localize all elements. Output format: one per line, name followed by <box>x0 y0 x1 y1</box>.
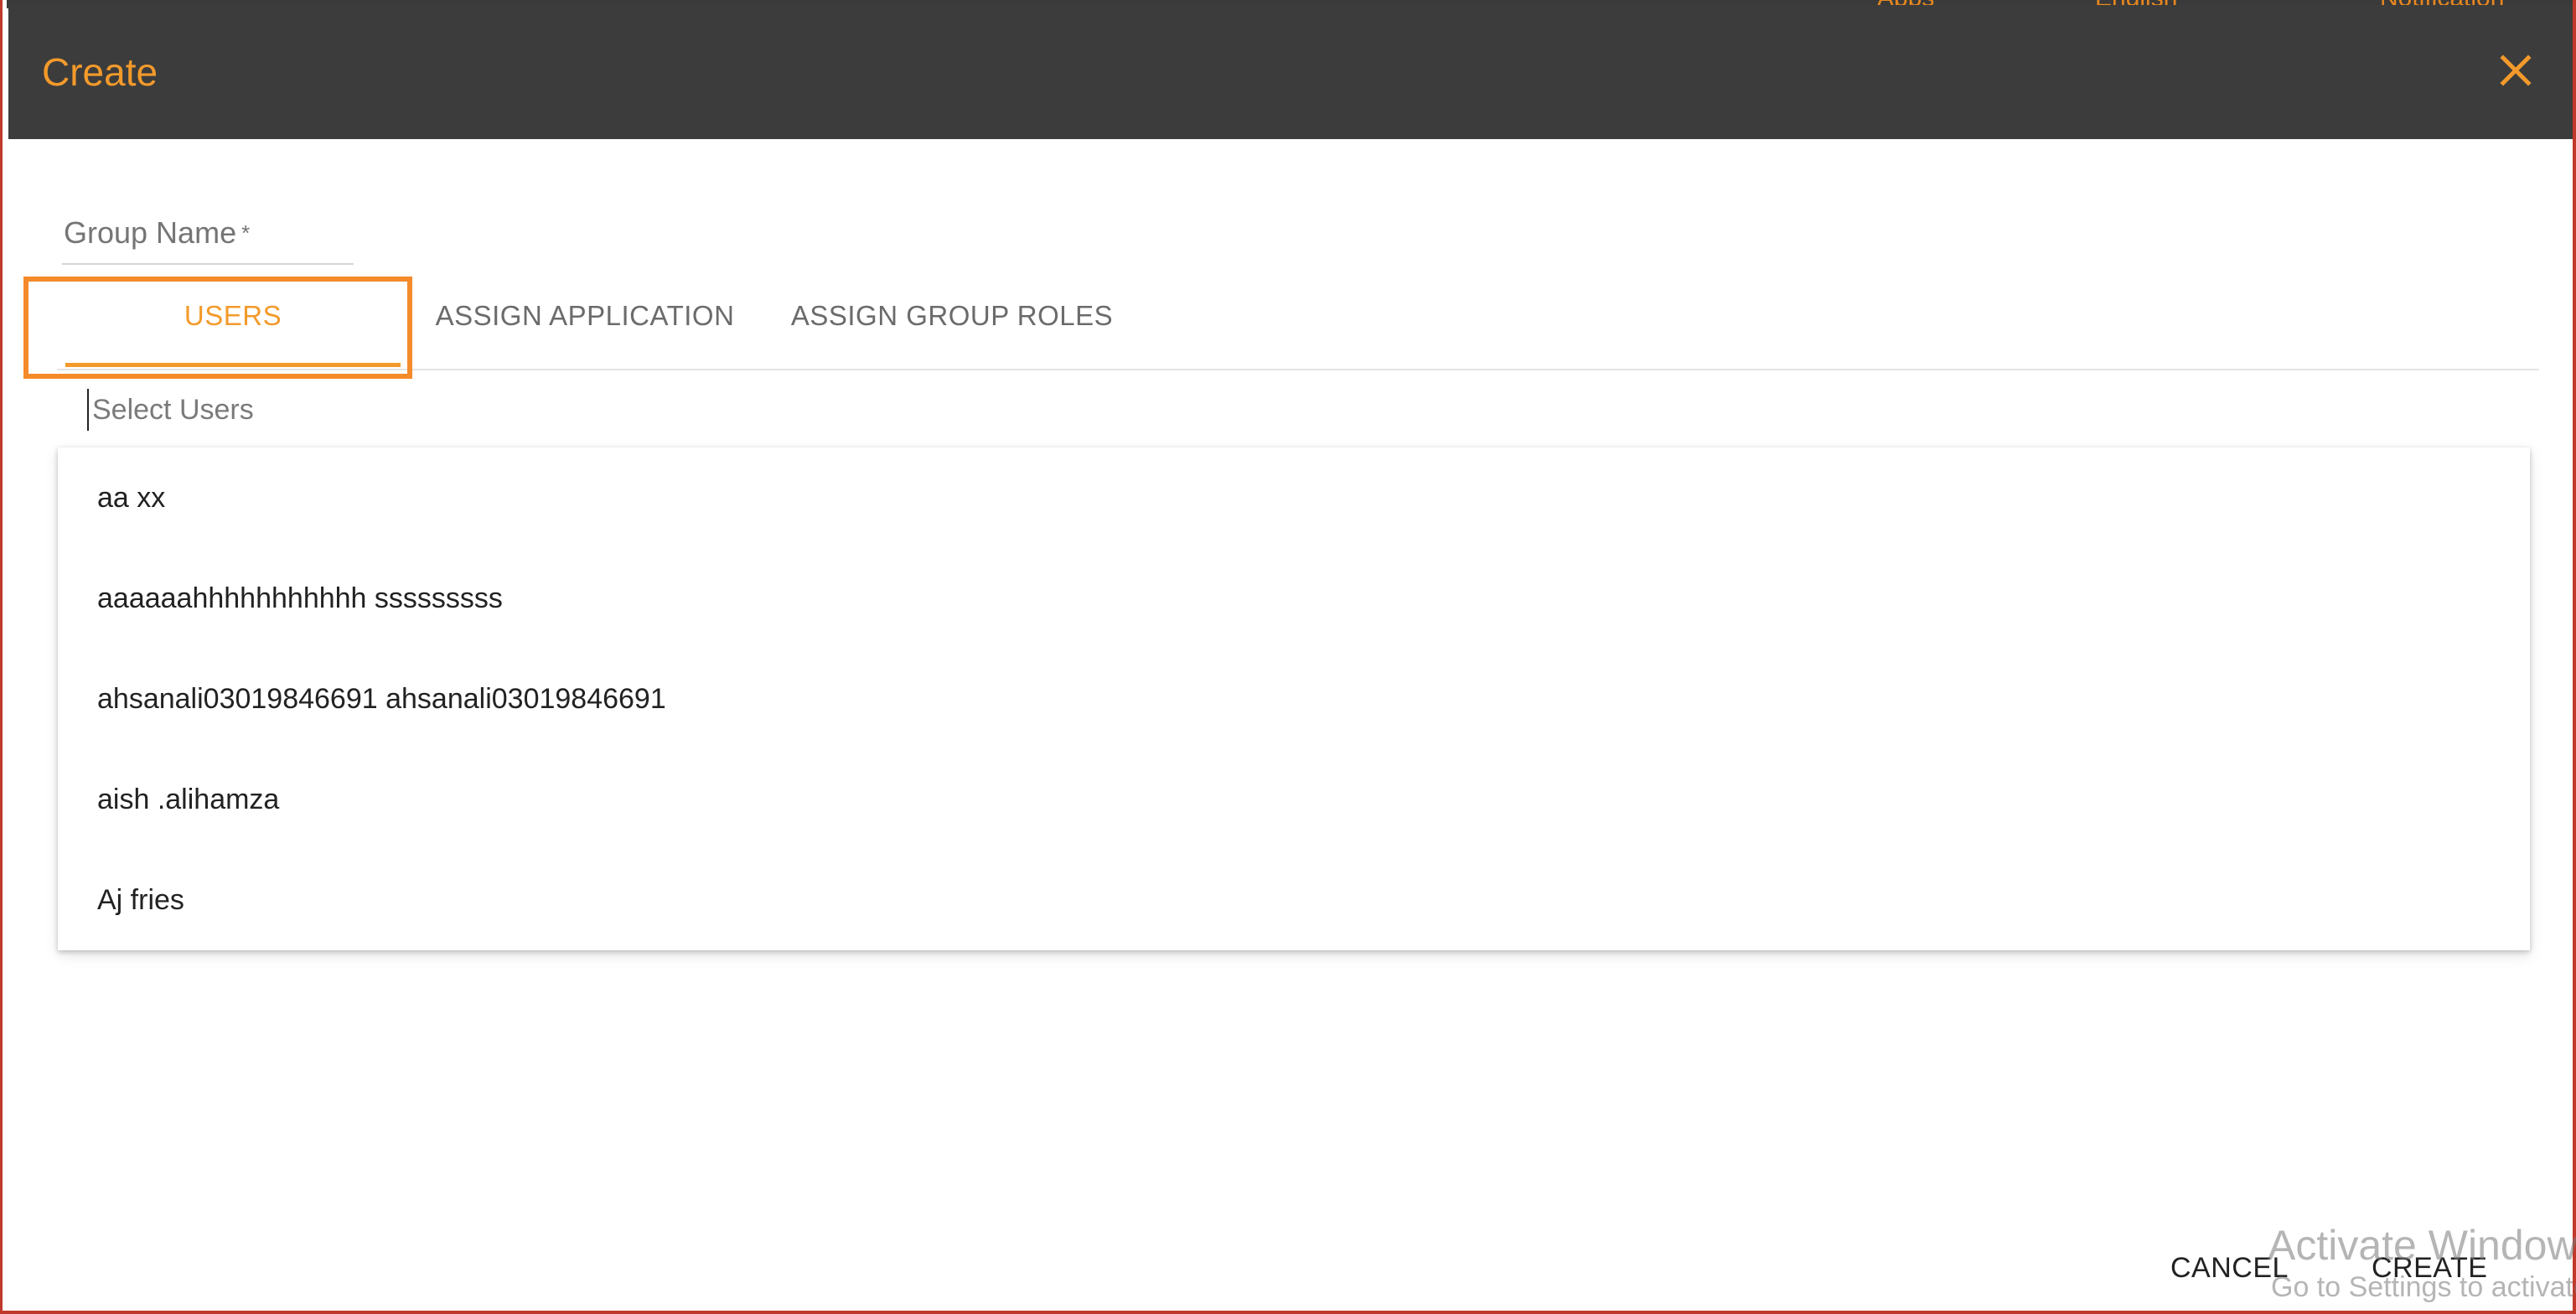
tab-assign-group-roles[interactable]: ASSIGN GROUP ROLES <box>776 282 1128 367</box>
background-bottom-edge <box>0 1311 2576 1314</box>
dialog-header: Create <box>8 5 2573 139</box>
group-name-label: Group Name * <box>64 215 251 250</box>
screen: Apps English Notification Create Group N… <box>0 0 2576 1314</box>
required-mark: * <box>241 220 251 246</box>
user-option[interactable]: ahsanali03019846691 ahsanali03019846691 <box>58 649 2530 749</box>
tab-assign-application[interactable]: ASSIGN APPLICATION <box>417 282 753 367</box>
close-icon <box>2500 54 2532 86</box>
dialog-title: Create <box>42 50 158 94</box>
user-option[interactable]: Aj fries <box>58 850 2530 950</box>
user-option[interactable]: aaaaaahhhhhhhhhhh sssssssss <box>58 548 2530 649</box>
users-dropdown: aa xx aaaaaahhhhhhhhhhh sssssssss ahsana… <box>58 447 2530 950</box>
create-button[interactable]: CREATE <box>2372 1247 2506 1289</box>
cancel-button[interactable]: CANCEL <box>2170 1247 2296 1289</box>
create-group-dialog: Create Group Name * USERS ASSIGN APPLICAT… <box>8 5 2573 1311</box>
select-users-input[interactable] <box>87 389 1098 431</box>
background-right-edge <box>2573 0 2576 1314</box>
group-name-field[interactable]: Group Name * <box>62 203 354 265</box>
close-button[interactable] <box>2492 47 2539 94</box>
tab-bar: USERS ASSIGN APPLICATION ASSIGN GROUP RO… <box>57 282 2539 370</box>
user-option[interactable]: aa xx <box>58 447 2530 548</box>
background-left-edge <box>0 0 7 1314</box>
user-option[interactable]: aish .alihamza <box>58 749 2530 850</box>
tab-users[interactable]: USERS <box>65 282 401 367</box>
